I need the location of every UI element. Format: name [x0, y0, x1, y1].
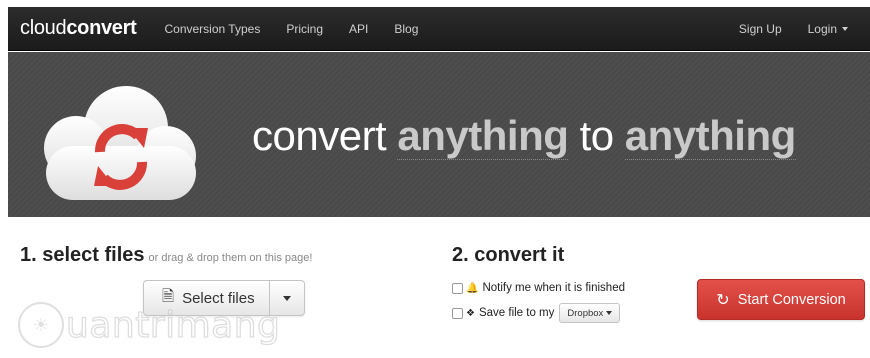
nav-link-api[interactable]: API — [349, 22, 368, 36]
step1-title: 1. select files — [20, 244, 145, 266]
start-conversion-label: Start Conversion — [737, 291, 846, 308]
top-navbar: cloud convert Conversion Types Pricing AP… — [8, 7, 870, 51]
chevron-down-icon — [282, 295, 291, 301]
chevron-down-icon — [842, 27, 848, 32]
nav-links: Conversion Types Pricing API Blog — [164, 22, 444, 36]
notify-option: 🔔 Notify me when it is finished — [452, 282, 625, 294]
notify-checkbox[interactable] — [452, 282, 463, 294]
signup-link[interactable]: Sign Up — [739, 22, 782, 36]
watermark-text: uantrimang — [65, 304, 281, 346]
brand-logo[interactable]: cloud convert — [20, 17, 137, 40]
cloud-convert-logo-icon — [44, 86, 196, 200]
nav-right: Sign Up Login — [713, 22, 848, 36]
save-label: Save file to my — [478, 307, 555, 319]
login-dropdown[interactable]: Login — [808, 22, 848, 36]
nav-link-pricing[interactable]: Pricing — [286, 22, 323, 36]
dropbox-icon: ❖ — [466, 307, 475, 319]
storage-select[interactable]: Dropbox — [559, 303, 621, 323]
tagline-highlight-2: anything — [624, 112, 796, 160]
nav-link-conversion-types[interactable]: Conversion Types — [164, 22, 260, 36]
tagline-part2: to — [568, 112, 625, 159]
step2-section: 2. convert it — [452, 244, 564, 267]
start-conversion-button[interactable]: ↻ Start Conversion — [697, 279, 865, 320]
step1-hint: or drag & drop them on this page! — [148, 252, 313, 264]
save-option: ❖ Save file to my Dropbox — [452, 303, 621, 323]
storage-select-value: Dropbox — [567, 307, 604, 319]
watermark: ☀ uantrimang — [18, 302, 281, 348]
bell-icon: 🔔 — [466, 282, 479, 294]
nav-link-blog[interactable]: Blog — [394, 22, 418, 36]
save-checkbox[interactable] — [452, 307, 463, 319]
chevron-down-icon — [606, 311, 613, 315]
step1-section: 1. select files or drag & drop them on th… — [20, 244, 312, 267]
notify-label: Notify me when it is finished — [482, 282, 625, 294]
hero-banner: convert anything to anything — [8, 52, 870, 217]
refresh-icon: ↻ — [716, 291, 730, 309]
login-label: Login — [807, 21, 837, 36]
tagline-highlight-1: anything — [397, 112, 569, 160]
brand-light: cloud — [20, 17, 67, 39]
step2-title: 2. convert it — [452, 244, 565, 266]
brand-bold: convert — [66, 17, 137, 39]
hero-tagline: convert anything to anything — [252, 112, 796, 160]
watermark-lightbulb-icon: ☀ — [18, 302, 64, 348]
tagline-part1: convert — [252, 112, 398, 159]
